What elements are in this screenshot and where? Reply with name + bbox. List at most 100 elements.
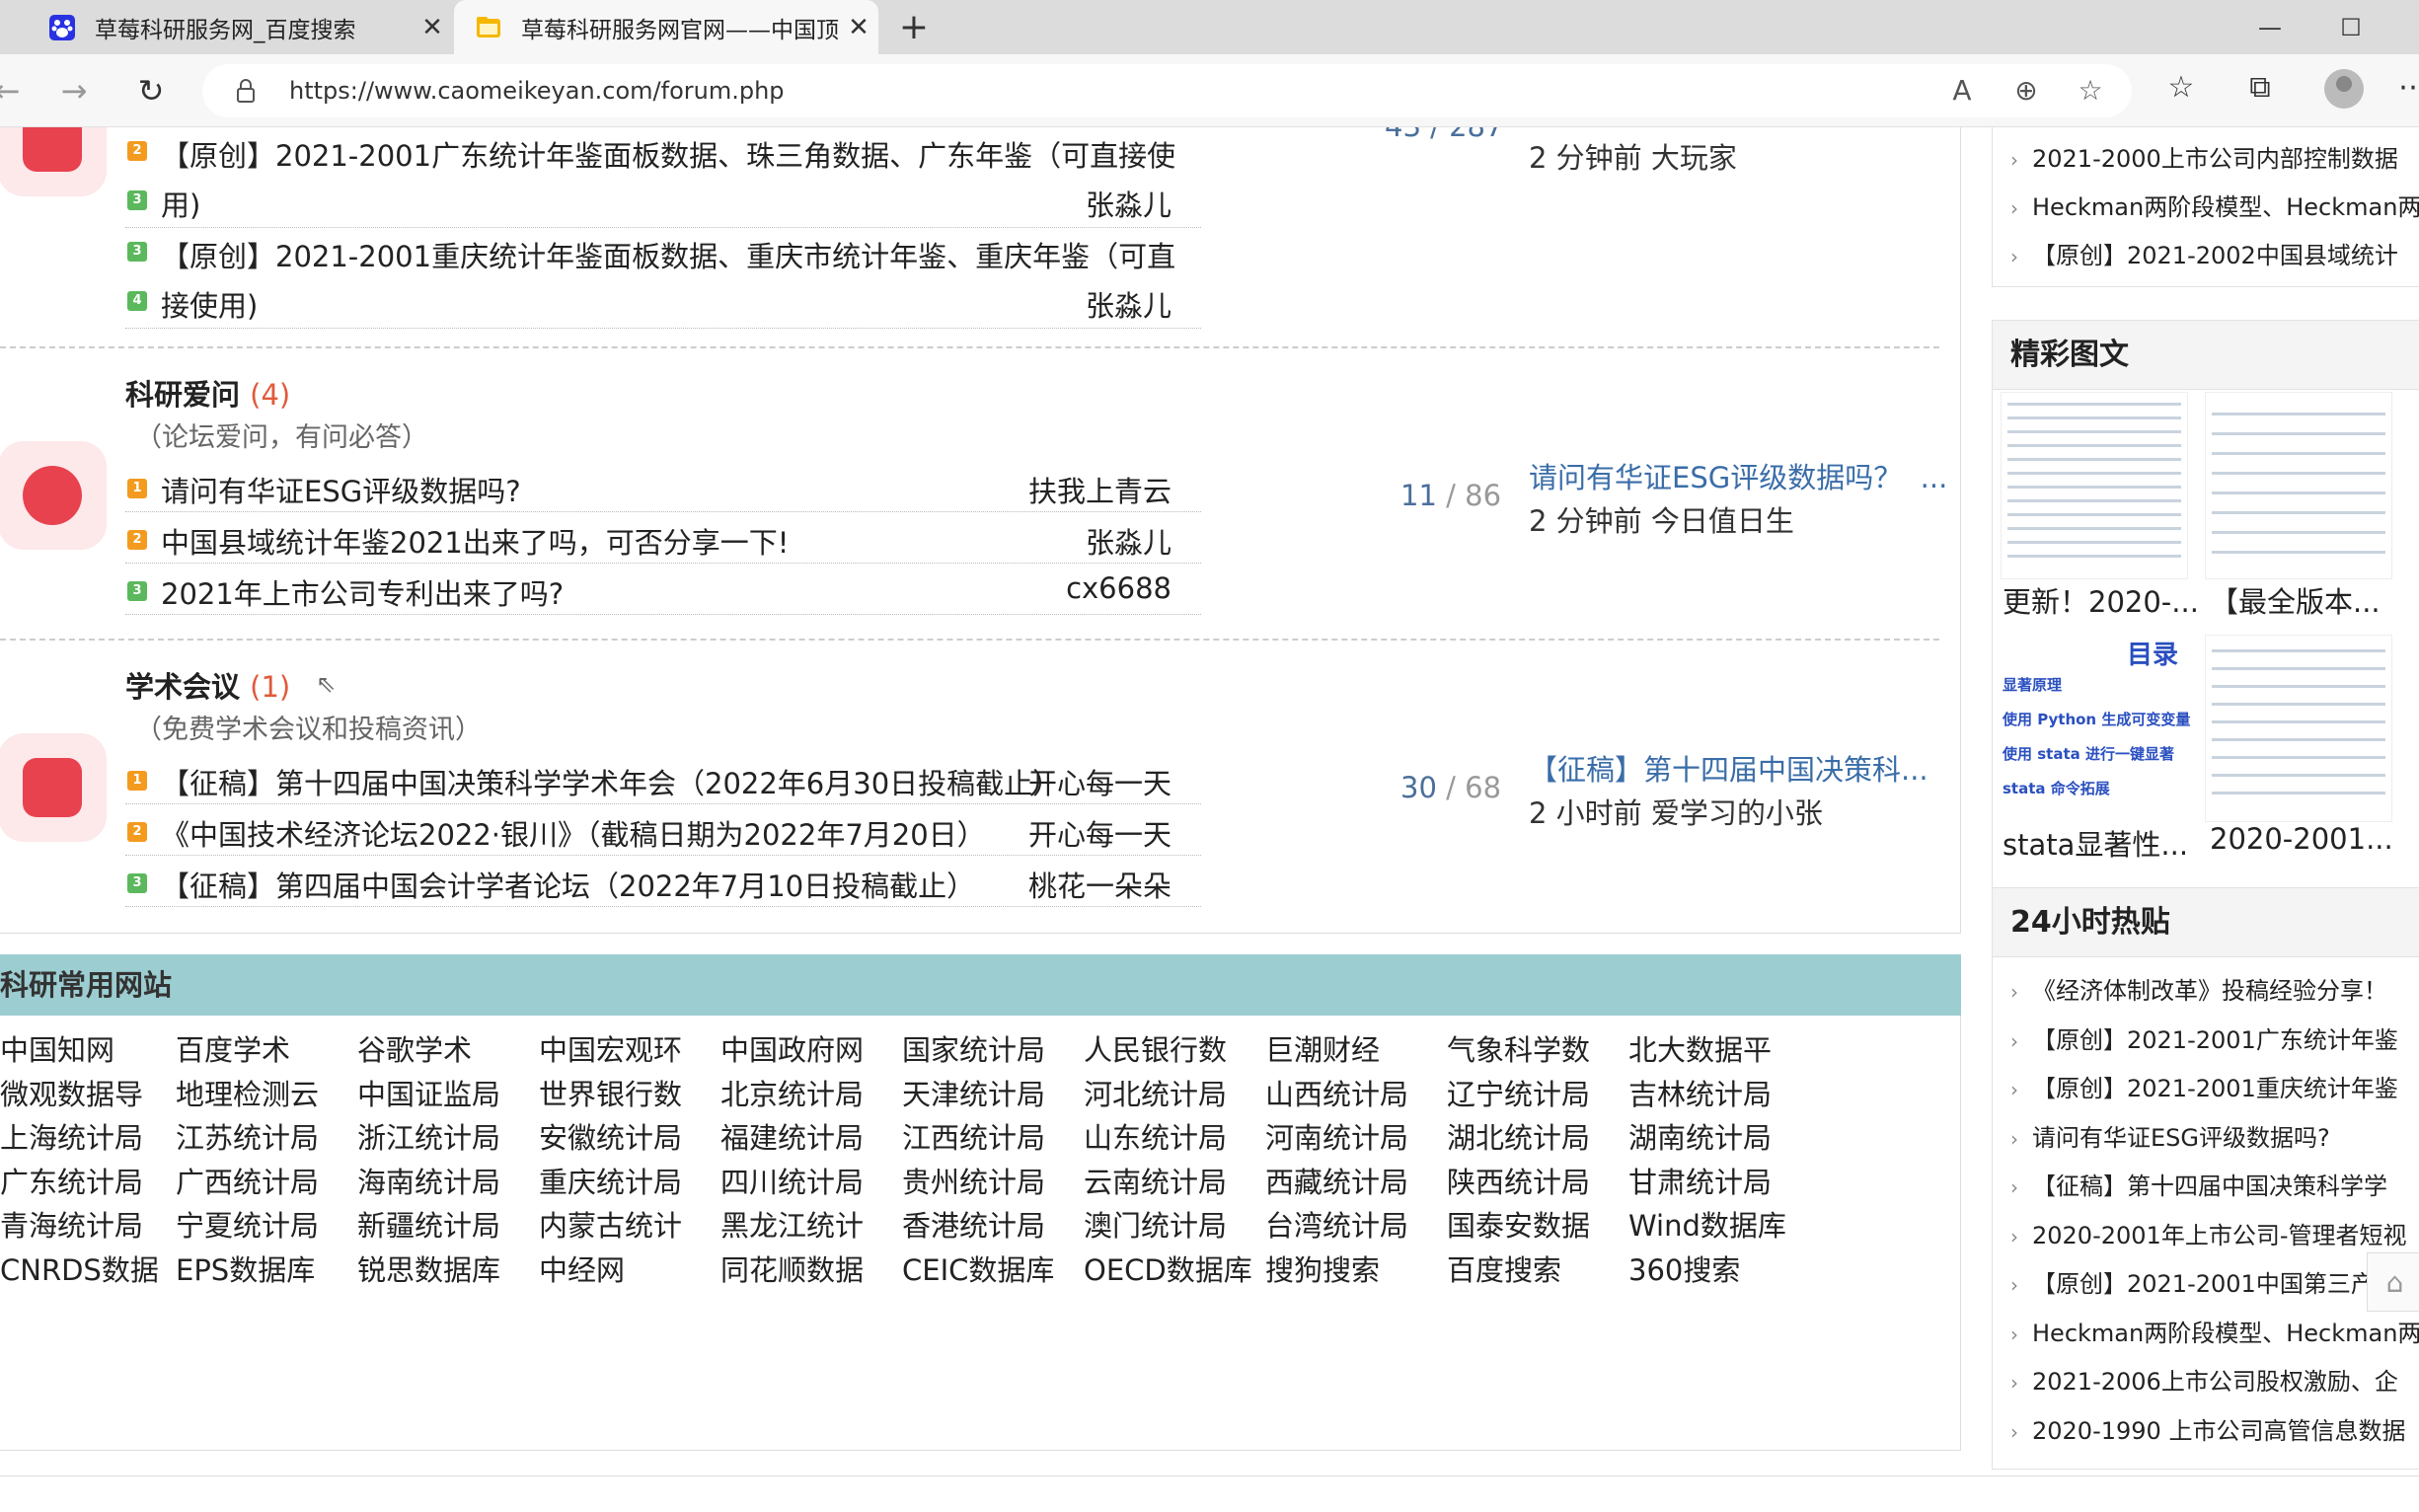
site-link[interactable]: 中国政府网 <box>720 1027 898 1069</box>
site-link[interactable]: 湖北统计局 <box>1447 1115 1625 1157</box>
profile-avatar[interactable] <box>2324 69 2364 109</box>
hot-post-link[interactable]: › Heckman两阶段模型、Heckman两 <box>2010 1314 2419 1348</box>
hot-post-text[interactable]: 【原创】2021-2001中国第三产业 <box>2032 1270 2398 1298</box>
site-link[interactable]: 中国知网 <box>0 1027 178 1069</box>
site-link[interactable]: 四川统计局 <box>720 1160 898 1201</box>
close-tab-icon[interactable]: ✕ <box>413 13 452 42</box>
site-link[interactable]: 浙江统计局 <box>357 1115 535 1157</box>
site-link[interactable]: 黑龙江统计 <box>720 1203 898 1245</box>
thread-title[interactable]: 2021年上市公司专利出来了吗? <box>161 571 564 613</box>
hot-post-text[interactable]: 【原创】2021-2001重庆统计年鉴 <box>2032 1075 2398 1102</box>
site-link[interactable]: 贵州统计局 <box>902 1160 1080 1201</box>
pic-caption[interactable]: stata显著性... <box>2003 822 2188 864</box>
thread-row[interactable]: 3 2021年上市公司专利出来了吗? cx6688 <box>125 566 1201 615</box>
site-link[interactable]: 福建统计局 <box>720 1115 898 1157</box>
thread-author[interactable]: 张淼儿 <box>1086 183 1172 224</box>
url-text[interactable]: https://www.caomeikeyan.com/forum.php <box>289 64 785 117</box>
site-link[interactable]: 天津统计局 <box>902 1072 1080 1113</box>
thread-title[interactable]: 请问有华证ESG评级数据吗? <box>161 469 521 510</box>
site-link[interactable]: 气象科学数 <box>1447 1027 1625 1069</box>
hot-post-text[interactable]: 【征稿】第十四届中国决策科学学 <box>2032 1172 2387 1200</box>
thumb-table-image[interactable] <box>2205 635 2392 822</box>
thread-row[interactable]: 2 中国县域统计年鉴2021出来了吗，可否分享一下! 张淼儿 <box>125 514 1201 564</box>
hot-post-text[interactable]: Heckman两阶段模型、Heckman两 <box>2032 1320 2419 1347</box>
close-tab-icon[interactable]: ✕ <box>839 13 878 42</box>
site-link[interactable]: 国家统计局 <box>902 1027 1080 1069</box>
site-link[interactable]: OECD数据库 <box>1084 1247 1261 1289</box>
thread-row[interactable]: 1 请问有华证ESG评级数据吗? 扶我上青云 <box>125 463 1201 512</box>
site-link[interactable]: 西藏统计局 <box>1265 1160 1443 1201</box>
site-link[interactable]: 同花顺数据 <box>720 1247 898 1289</box>
hot-post-link[interactable]: › 2020-1990 上市公司高管信息数据 <box>2010 1411 2405 1446</box>
section-title-text[interactable]: 科研爱问 <box>125 378 240 412</box>
last-post-title[interactable]: 请问有华证ESG评级数据吗？ ... <box>1529 455 1947 496</box>
sidebar-link-text[interactable]: 【原创】2021-2002中国县域统计 <box>2032 242 2398 269</box>
pic-caption[interactable]: 更新！2020-... <box>2003 579 2199 621</box>
collections-icon[interactable]: ⧉ <box>2240 68 2280 108</box>
site-link[interactable]: 山西统计局 <box>1265 1072 1443 1113</box>
more-options-icon[interactable]: ⋯ <box>2393 68 2419 108</box>
news-card-icon[interactable] <box>0 733 107 842</box>
site-link[interactable]: 人民银行数 <box>1084 1027 1261 1069</box>
thread-author[interactable]: 张淼儿 <box>1086 283 1172 325</box>
thread-row[interactable]: 2 《中国技术经济论坛2022·银川》（截稿日期为2022年7月20日） 开心每… <box>125 806 1201 856</box>
thread-row[interactable]: 2 3 【原创】2021-2001广东统计年鉴面板数据、珠三角数据、广东年鉴（可… <box>125 129 1201 228</box>
hot-post-text[interactable]: 请问有华证ESG评级数据吗? <box>2032 1124 2330 1152</box>
site-link[interactable]: 江苏统计局 <box>176 1115 353 1157</box>
back-arrow-icon[interactable]: ← <box>0 68 30 113</box>
sidebar-link-text[interactable]: Heckman两阶段模型、Heckman两 <box>2032 193 2419 221</box>
maximize-button[interactable]: ☐ <box>2331 8 2371 47</box>
thread-author[interactable]: 开心每一天 <box>1028 812 1172 854</box>
site-link[interactable]: 陕西统计局 <box>1447 1160 1625 1201</box>
forward-arrow-icon[interactable]: → <box>51 68 97 113</box>
site-link[interactable]: 中经网 <box>539 1247 717 1289</box>
section-title[interactable]: 学术会议 (1) <box>125 664 290 706</box>
sidebar-link[interactable]: › 【原创】2021-2002中国县域统计 <box>2010 236 2398 270</box>
site-link[interactable]: EPS数据库 <box>176 1247 353 1289</box>
site-link[interactable]: 微观数据导 <box>0 1072 178 1113</box>
thread-title[interactable]: 中国县域统计年鉴2021出来了吗，可否分享一下! <box>161 520 789 562</box>
site-link[interactable]: 中国证监局 <box>357 1072 535 1113</box>
site-link[interactable]: Wind数据库 <box>1628 1203 1806 1245</box>
thread-title[interactable]: 【原创】2021-2001重庆统计年鉴面板数据、重庆市统计年鉴、重庆年鉴（可直 <box>161 234 1175 275</box>
zoom-icon[interactable]: ⊕ <box>2008 73 2044 109</box>
hot-post-link[interactable]: › 【原创】2021-2001重庆统计年鉴 <box>2010 1069 2398 1103</box>
pic-caption[interactable]: 【最全版本... <box>2210 579 2381 621</box>
site-link[interactable]: 台湾统计局 <box>1265 1203 1443 1245</box>
hot-post-link[interactable]: › 【原创】2021-2001中国第三产业 <box>2010 1264 2398 1299</box>
site-link[interactable]: 山东统计局 <box>1084 1115 1261 1157</box>
refresh-icon[interactable]: ↻ <box>128 68 174 113</box>
site-link[interactable]: 中国宏观环 <box>539 1027 717 1069</box>
site-link[interactable]: 青海统计局 <box>0 1203 178 1245</box>
site-link[interactable]: 湖南统计局 <box>1628 1115 1806 1157</box>
new-tab-button[interactable]: + <box>892 6 936 49</box>
site-link[interactable]: CEIC数据库 <box>902 1247 1080 1289</box>
thread-title-cont[interactable]: 接使用) <box>161 283 258 325</box>
thread-title[interactable]: 【征稿】第四届中国会计学者论坛（2022年7月10日投稿截止） <box>161 864 975 905</box>
section-title[interactable]: 科研爱问 (4) <box>125 372 290 414</box>
thread-author[interactable]: 扶我上青云 <box>1028 469 1172 510</box>
site-link[interactable]: 甘肃统计局 <box>1628 1160 1806 1201</box>
thread-author[interactable]: 张淼儿 <box>1086 520 1172 562</box>
site-link[interactable]: 新疆统计局 <box>357 1203 535 1245</box>
site-link[interactable]: 广东统计局 <box>0 1160 178 1201</box>
site-link[interactable]: 搜狗搜索 <box>1265 1247 1443 1289</box>
thread-author[interactable]: cx6688 <box>1066 571 1172 605</box>
site-link[interactable]: 内蒙古统计 <box>539 1203 717 1245</box>
site-link[interactable]: 谷歌学术 <box>357 1027 535 1069</box>
site-link[interactable]: 澳门统计局 <box>1084 1203 1261 1245</box>
thread-title-cont[interactable]: 用) <box>161 183 200 224</box>
site-link[interactable]: 北大数据平 <box>1628 1027 1806 1069</box>
site-link[interactable]: 安徽统计局 <box>539 1115 717 1157</box>
site-link[interactable]: 海南统计局 <box>357 1160 535 1201</box>
minimize-button[interactable]: — <box>2250 8 2290 47</box>
section-title-text[interactable]: 学术会议 <box>125 670 240 704</box>
tab-baidu-search[interactable]: 草莓科研服务网_百度搜索 ✕ <box>0 0 452 54</box>
thread-row[interactable]: 1 【征稿】第十四届中国决策科学学术年会（2022年6月30日投稿截止） 开心每… <box>125 755 1201 804</box>
hot-post-text[interactable]: 2020-2001年上市公司-管理者短视 <box>2032 1222 2406 1249</box>
address-bar[interactable]: https://www.caomeikeyan.com/forum.php A … <box>202 64 2132 117</box>
site-link[interactable]: 吉林统计局 <box>1628 1072 1806 1113</box>
hot-post-text[interactable]: 《经济体制改革》投稿经验分享！ <box>2032 977 2387 1005</box>
site-link[interactable]: 河北统计局 <box>1084 1072 1261 1113</box>
site-link[interactable]: 360搜索 <box>1628 1247 1806 1289</box>
